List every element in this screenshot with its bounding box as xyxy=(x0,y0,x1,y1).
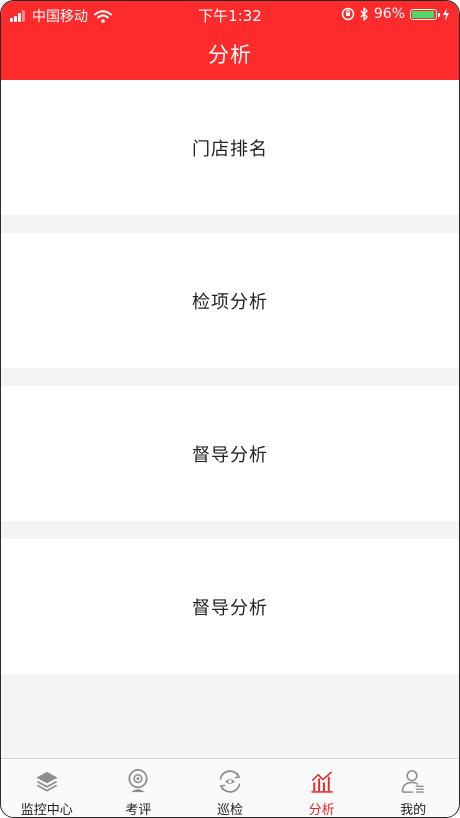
phone-frame: 中国移动 下午1:32 96% 分析 门店排名 检项分析 督导分析 督导分析 监… xyxy=(0,0,460,818)
menu-item-supervision-analysis[interactable]: 督导分析 xyxy=(1,386,459,521)
camera-icon xyxy=(128,769,148,793)
rotation-lock-icon xyxy=(341,7,355,21)
tab-monitoring-center[interactable]: 监控中心 xyxy=(1,759,93,818)
analysis-menu: 门店排名 检项分析 督导分析 督导分析 xyxy=(1,80,459,692)
battery-level xyxy=(412,10,435,18)
top-bar: 中国移动 下午1:32 96% 分析 xyxy=(1,1,459,80)
menu-item-label: 督导分析 xyxy=(192,597,268,619)
tab-evaluation[interactable]: 考评 xyxy=(93,759,185,818)
tab-label: 监控中心 xyxy=(20,803,73,818)
menu-item-label: 督导分析 xyxy=(192,444,268,466)
charging-icon xyxy=(443,7,449,21)
layers-icon xyxy=(36,771,58,792)
page-title: 分析 xyxy=(208,43,252,67)
tab-mine[interactable]: 我的 xyxy=(367,759,459,818)
menu-item-supervision-analysis-2[interactable]: 督导分析 xyxy=(1,539,459,674)
menu-item-store-ranking[interactable]: 门店排名 xyxy=(1,80,459,215)
menu-item-check-analysis[interactable]: 检项分析 xyxy=(1,233,459,368)
tab-bar: 监控中心 考评 巡检 分析 我的 xyxy=(1,758,459,818)
menu-item-label: 门店排名 xyxy=(192,138,268,160)
status-bar: 中国移动 下午1:32 96% xyxy=(1,1,459,29)
tab-label: 巡检 xyxy=(216,803,243,818)
chart-icon xyxy=(310,771,333,793)
bluetooth-icon xyxy=(360,7,368,21)
tab-label: 分析 xyxy=(308,803,335,818)
tab-label: 考评 xyxy=(125,803,152,818)
tab-analysis[interactable]: 分析 xyxy=(276,759,368,818)
battery-percent: 96% xyxy=(373,6,405,22)
menu-item-label: 检项分析 xyxy=(192,291,268,313)
status-right: 96% xyxy=(336,6,450,22)
inspection-icon xyxy=(219,770,241,793)
user-icon xyxy=(401,770,424,793)
battery-icon xyxy=(410,8,440,20)
tab-label: 我的 xyxy=(400,803,427,818)
tab-inspection[interactable]: 巡检 xyxy=(184,759,276,818)
